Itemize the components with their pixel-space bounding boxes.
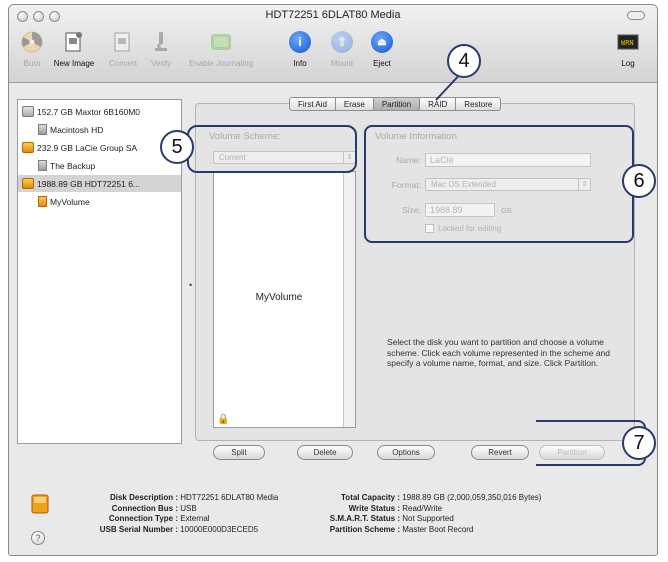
disk-list-sidebar: 152.7 GB Maxtor 6B160M0 Macintosh HD 232… [17, 99, 182, 444]
svg-text:WRN: WRN [621, 39, 634, 47]
sidebar-item-label: MyVolume [50, 196, 90, 207]
highlight-volume-information [364, 125, 634, 243]
info-label: Info [293, 59, 307, 68]
write-status-value: Read/Write [402, 503, 443, 513]
volume-scheme-map[interactable]: MyVolume 🔒 [213, 171, 356, 428]
verify-label: Verify [150, 59, 171, 68]
scheme-volume-label: MyVolume [255, 292, 303, 303]
smart-status-value: Not Supported [402, 514, 454, 523]
toolbar-toggle-button[interactable] [627, 11, 645, 20]
revert-button[interactable]: Revert [471, 445, 529, 460]
callout-7: 7 [622, 426, 656, 460]
partition-scheme-value: Master Boot Record [402, 524, 474, 534]
disk-info-right: Total Capacity : 1988.89 GB (2,000,059,3… [305, 493, 542, 535]
disk-description-value: HDT72251 6DLAT80 Media [180, 493, 279, 502]
info-button[interactable]: i Info [285, 29, 315, 68]
titlebar: HDT72251 6DLAT80 Media Burn New Image Co… [9, 5, 657, 83]
delete-button[interactable]: Delete [297, 445, 353, 460]
split-button[interactable]: Split [213, 445, 265, 460]
usb-serial-key: USB Serial Number : [99, 524, 178, 534]
window-title: HDT72251 6DLAT80 Media [265, 9, 401, 21]
connection-bus-key: Connection Bus : [111, 503, 178, 513]
usb-serial-value: 10000E000D3ECED5 [180, 524, 259, 534]
tab-erase[interactable]: Erase [335, 97, 374, 111]
sidebar-item-label: 1988.89 GB HDT72251 6... [37, 178, 141, 189]
burn-icon [19, 29, 45, 55]
burn-button[interactable]: Burn [15, 29, 49, 68]
options-button[interactable]: Options [377, 445, 435, 460]
external-drive-icon [22, 142, 34, 153]
enable-journaling-button[interactable]: Enable Journaling [185, 29, 257, 68]
partition-scheme-key: Partition Scheme : [329, 524, 400, 534]
disk-description-key: Disk Description : [109, 493, 178, 502]
verify-button[interactable]: Verify [144, 29, 178, 68]
log-button[interactable]: WRN Log [613, 29, 643, 68]
new-image-icon [61, 29, 87, 55]
log-label: Log [621, 59, 635, 68]
sidebar-item-label: 152.7 GB Maxtor 6B160M0 [37, 106, 141, 117]
connection-type-key: Connection Type : [108, 514, 178, 523]
journal-icon [208, 29, 234, 55]
hard-drive-icon [22, 106, 34, 117]
info-icon: i [289, 31, 311, 53]
total-capacity-value: 1988.89 GB (2,000,059,350,016 Bytes) [402, 493, 542, 502]
sidebar-item-hdt72251[interactable]: 1988.89 GB HDT72251 6... [18, 175, 181, 192]
sidebar-item-maxtor[interactable]: 152.7 GB Maxtor 6B160M0 [22, 103, 140, 120]
mount-button[interactable]: ⇑ Mount [325, 29, 359, 68]
sidebar-item-macintosh-hd[interactable]: Macintosh HD [38, 121, 103, 138]
microscope-icon [148, 29, 174, 55]
volume-icon [38, 160, 47, 171]
tab-first-aid[interactable]: First Aid [289, 97, 336, 111]
log-icon: WRN [615, 29, 641, 55]
sidebar-item-label: Macintosh HD [50, 124, 104, 135]
connection-type-value: External [180, 514, 210, 523]
callout-6: 6 [622, 164, 656, 198]
new-image-button[interactable]: New Image [49, 29, 99, 68]
eject-label: Eject [373, 59, 391, 68]
sidebar-item-myvolume[interactable]: MyVolume [38, 193, 90, 210]
disk-info-left: Disk Description : HDT72251 6DLAT80 Medi… [63, 493, 279, 535]
smart-status-key: S.M.A.R.T. Status : [329, 514, 400, 523]
mount-label: Mount [330, 59, 354, 68]
volume-icon [38, 124, 47, 135]
total-capacity-key: Total Capacity : [341, 493, 400, 502]
disk-utility-window: HDT72251 6DLAT80 Media Burn New Image Co… [8, 4, 658, 556]
burn-label: Burn [23, 59, 41, 68]
convert-button[interactable]: Convert [103, 29, 143, 68]
external-drive-icon [22, 178, 34, 189]
partition-help-text: Select the disk you want to partition an… [387, 337, 611, 368]
tab-partition[interactable]: Partition [373, 97, 421, 111]
enable-journaling-label: Enable Journaling [188, 59, 254, 68]
eject-icon: ⏏ [371, 31, 393, 53]
volume-icon [38, 196, 47, 207]
connection-bus-value: USB [180, 503, 197, 513]
eject-button[interactable]: ⏏ Eject [367, 29, 397, 68]
callout-4: 4 [447, 44, 481, 78]
sidebar-item-label: 232.9 GB LaCie Group SA [37, 142, 138, 153]
write-status-key: Write Status : [348, 503, 400, 513]
sidebar-item-label: The Backup [50, 160, 96, 171]
mount-icon: ⇑ [331, 31, 353, 53]
external-drive-icon [29, 493, 51, 515]
convert-icon [110, 29, 136, 55]
sidebar-item-lacie[interactable]: 232.9 GB LaCie Group SA [22, 139, 137, 156]
sidebar-item-the-backup[interactable]: The Backup [38, 157, 95, 174]
convert-label: Convert [108, 59, 137, 68]
lock-icon: 🔒 [217, 414, 230, 425]
highlight-volume-scheme [187, 125, 357, 173]
new-image-label: New Image [53, 59, 95, 68]
splitter-handle[interactable]: • [189, 280, 192, 290]
help-button[interactable]: ? [31, 531, 45, 545]
scheme-resize-bar[interactable] [343, 172, 355, 427]
callout-5: 5 [160, 130, 194, 164]
